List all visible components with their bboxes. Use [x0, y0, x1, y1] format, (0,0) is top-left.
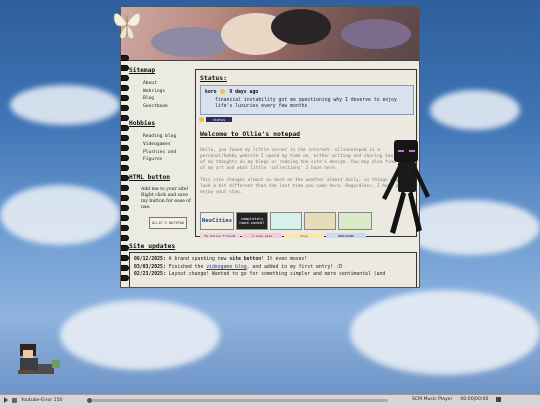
decor-button[interactable] [304, 212, 336, 230]
volume-icon[interactable] [12, 397, 17, 403]
seek-handle[interactable] [87, 398, 92, 403]
blinky[interactable]: UNPLUGGED [326, 233, 366, 238]
spiral-ring [121, 245, 129, 251]
sidebar-item-videogames[interactable]: Videogames [143, 141, 191, 149]
html-button-note: Add me to your site! Right click and sav… [141, 186, 191, 210]
update-text: Layout change! Wanted to go for somethin… [168, 272, 386, 278]
smiley-icon [220, 89, 226, 94]
status-badge-label: status [212, 117, 226, 122]
status-badge[interactable]: status [199, 117, 232, 122]
player-controls: Youtube-Error 150 [4, 397, 62, 403]
update-date: 06/12/2025: [134, 257, 166, 262]
cloud [10, 85, 120, 125]
blinky[interactable]: I love cats [242, 233, 282, 238]
update-text: Finished the [168, 264, 207, 270]
blinky[interactable]: My Online Friends [200, 233, 240, 238]
sidebar-item-plushies[interactable]: Plushies and [143, 149, 191, 157]
spiral-ring [121, 255, 129, 261]
html-button-heading: HTML button [129, 173, 170, 181]
spiral-ring [121, 145, 129, 151]
spiral-ring [121, 275, 129, 281]
handcoded-button[interactable]: completely hand-coded! [236, 212, 268, 230]
spiral-ring [121, 55, 129, 61]
spiral-ring [121, 265, 129, 271]
player-name: SCM Music Player [412, 397, 453, 402]
updates-box: 06/12/2025: A brand spanking new site bu… [129, 252, 417, 287]
spiral-ring [121, 235, 129, 241]
cloud [0, 185, 120, 245]
enderman-plush-icon [382, 140, 430, 234]
spiral-ring [121, 155, 129, 161]
track-label: Youtube-Error 150 [21, 397, 63, 403]
update-text: ! It even moves! [261, 257, 308, 262]
header-banner-image [121, 7, 419, 61]
sidebar-item-about[interactable]: About [143, 80, 191, 88]
hobbies-heading: Hobbies [129, 120, 156, 128]
blinky[interactable]: Cozy [284, 233, 324, 238]
decor-button[interactable] [270, 212, 302, 230]
status-emoji-icon [199, 117, 204, 122]
music-player-bar: Youtube-Error 150 SCM Music Player 00:00… [0, 394, 540, 405]
update-entry: 03/03/2025: Finished the videogame blog,… [134, 264, 412, 272]
sidebar-item-webrings[interactable]: Webrings [143, 88, 191, 96]
status-heading: Status: [200, 74, 227, 82]
updates-heading: Site updates [129, 242, 176, 250]
banner-shape [151, 27, 231, 57]
spiral-ring [121, 215, 129, 221]
sidebar-item-figures[interactable]: Figures [143, 156, 191, 164]
update-text: , and added in my first entry! :D [246, 264, 342, 270]
update-date: 02/23/2025: [134, 272, 166, 278]
player-info: SCM Music Player 00:00|00:00 [412, 397, 502, 402]
update-entry: 06/12/2025: A brand spanking new site bu… [134, 256, 412, 264]
spiral-binding [121, 55, 129, 285]
butterfly-icon [113, 13, 141, 39]
spiral-ring [121, 75, 129, 81]
update-highlight: site button [229, 257, 262, 262]
spiral-ring [121, 165, 129, 171]
status-box: koro 9 days ago financial instability go… [200, 85, 414, 115]
spiral-ring [121, 85, 129, 91]
status-text: financial instability got me questioning… [215, 98, 397, 109]
spiral-ring [121, 135, 129, 141]
stop-icon[interactable] [496, 397, 502, 402]
cloud [350, 290, 540, 375]
banner-shape [271, 9, 331, 45]
status-meta: koro 9 days ago [205, 89, 409, 95]
videogame-blog-link[interactable]: videogame blog [206, 265, 246, 270]
spiral-ring [121, 95, 129, 101]
sidebar-item-reading-blog[interactable]: Reading blog [143, 133, 191, 141]
pixel-character-icon [18, 344, 60, 374]
seek-bar[interactable] [87, 398, 388, 403]
spiral-ring [121, 225, 129, 231]
sitemap-list: About Webrings Blog Guestbook [143, 80, 191, 110]
status-time: 9 days ago [229, 90, 259, 95]
neocities-button[interactable]: NeoCities [200, 212, 234, 230]
spiral-ring [121, 195, 129, 201]
play-icon[interactable] [4, 397, 8, 403]
spiral-ring [121, 185, 129, 191]
update-text: A brand spanking new [168, 257, 230, 262]
sidebar-item-blog[interactable]: Blog [143, 95, 191, 103]
notebook-page: Sitemap About Webrings Blog Guestbook Ho… [120, 6, 420, 288]
spiral-ring [121, 125, 129, 131]
cloud [430, 90, 520, 130]
spiral-ring [121, 65, 129, 71]
decor-button[interactable] [338, 212, 372, 230]
cloud [60, 300, 220, 370]
update-date: 03/03/2025: [134, 264, 166, 270]
spiral-ring [121, 205, 129, 211]
player-time: 00:00|00:00 [460, 397, 489, 402]
update-entry: 02/23/2025: Layout change! Wanted to go … [134, 271, 412, 279]
hobbies-list: Reading blog Videogames Plushies and Fig… [143, 133, 191, 163]
welcome-heading: Welcome to Ollie's notepad [200, 130, 301, 138]
status-author: koro [205, 90, 217, 95]
banner-shape [341, 19, 411, 49]
sidebar: Sitemap About Webrings Blog Guestbook Ho… [129, 67, 191, 229]
spiral-ring [121, 175, 129, 181]
spiral-ring [121, 105, 129, 111]
sitemap-heading: Sitemap [129, 67, 156, 74]
spiral-ring [121, 115, 129, 121]
sidebar-item-guestbook[interactable]: Guestbook [143, 103, 191, 111]
site-button-image[interactable]: OLLIE'S NOTEPAD [149, 216, 187, 229]
